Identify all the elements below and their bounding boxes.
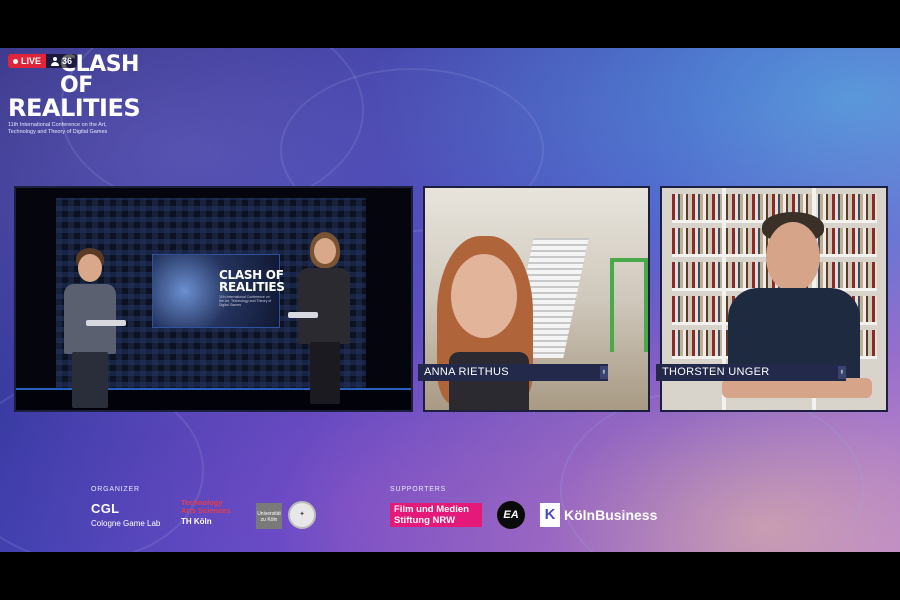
studio-screen-line2: REALITIES <box>219 280 285 294</box>
uni-seal-icon: ✦ <box>288 501 316 529</box>
studio-screen: CLASH OF REALITIES 11th International Co… <box>152 254 285 328</box>
live-indicator: LIVE <box>8 54 47 68</box>
organizer-label: ORGANIZER <box>91 486 140 493</box>
host-male <box>46 248 136 408</box>
participant-nameplate-thorsten: THORSTEN UNGER ▮ <box>656 364 846 381</box>
ea-text: EA <box>503 509 519 521</box>
nameplate-tag: ▮ <box>600 366 608 379</box>
th-line2: Arts Sciences <box>181 506 231 515</box>
live-badge: LIVE 36 <box>8 54 78 68</box>
letterbox-bottom <box>0 552 900 600</box>
cgl-short: CGL <box>91 501 120 516</box>
film-stiftung-logo: Film und Medien Stiftung NRW <box>390 503 482 527</box>
studio-screen-subtitle: 11th International Conference on the Art… <box>219 295 272 307</box>
host-female <box>286 232 366 408</box>
live-dot-icon <box>13 58 18 64</box>
participant-name-thorsten: THORSTEN UNGER <box>662 366 770 378</box>
cgl-logo: CGL Cologne Game Lab <box>91 501 160 528</box>
museum-doorway <box>610 258 648 352</box>
uni-koeln-logo: Universität zu Köln <box>256 503 282 529</box>
letterbox-top <box>0 0 900 48</box>
logo-subtitle: 11th International Conference on the Art… <box>8 121 108 135</box>
participant-thorsten <box>722 208 872 410</box>
participant-nameplate-anna: ANNA RIETHUS ▮ <box>418 364 608 381</box>
studio-video-panel[interactable]: CLASH OF REALITIES 11th International Co… <box>14 186 413 412</box>
koelnbusiness-logo: K KölnBusiness <box>540 503 657 527</box>
supporters-label: SUPPORTERS <box>390 486 447 493</box>
viewer-count-value: 36 <box>62 56 73 66</box>
participant-name-anna: ANNA RIETHUS <box>424 366 509 378</box>
participant-anna <box>429 232 549 410</box>
cgl-full: Cologne Game Lab <box>91 519 161 528</box>
studio-screen-title: CLASH OF REALITIES <box>219 269 285 293</box>
th-koeln-logo: Technology Arts Sciences TH Köln <box>181 499 231 526</box>
viewer-icon <box>51 56 60 66</box>
ea-logo: EA <box>497 501 525 529</box>
uni-koeln-text: Universität zu Köln <box>257 511 281 523</box>
viewer-count: 36 <box>46 54 78 68</box>
nameplate-tag: ▮ <box>838 366 846 379</box>
koelnbusiness-text: KölnBusiness <box>564 507 658 523</box>
k-icon: K <box>540 503 560 527</box>
live-label: LIVE <box>21 56 42 66</box>
background-swirl <box>560 388 864 552</box>
logo-line2: REALITIES <box>8 93 141 122</box>
film-stiftung-text: Film und Medien Stiftung NRW <box>394 504 469 526</box>
th-line3: TH Köln <box>181 517 212 526</box>
